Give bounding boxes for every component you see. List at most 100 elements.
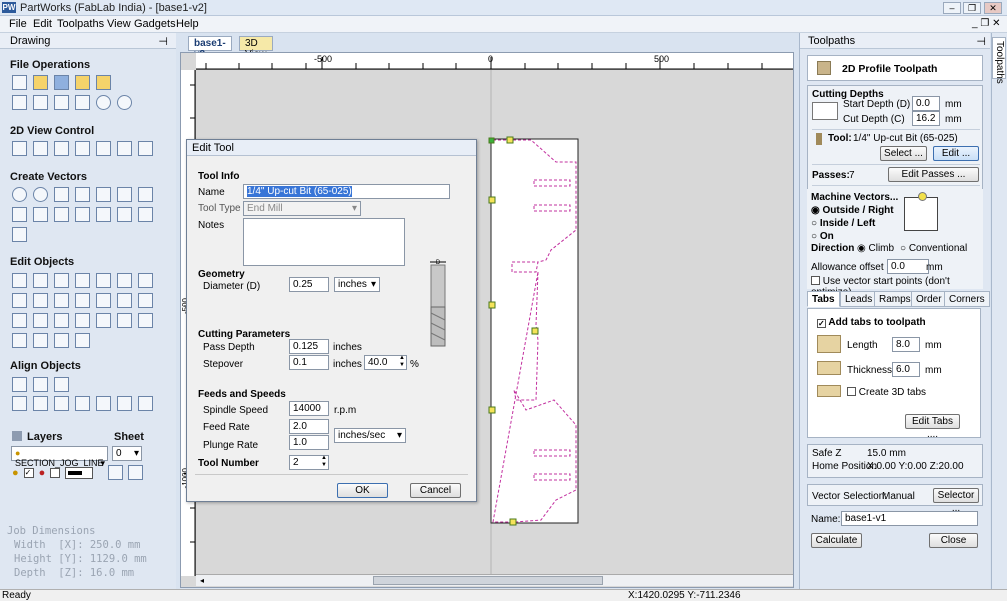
redo-icon[interactable] [117, 95, 132, 110]
import-icon[interactable] [96, 75, 111, 90]
weld-icon[interactable] [12, 313, 27, 328]
zoom-icon[interactable] [33, 141, 48, 156]
scroll-thumb[interactable] [373, 576, 603, 585]
tab-tabs[interactable]: Tabs [807, 291, 840, 307]
pin-icon[interactable]: ⊣ [158, 35, 168, 48]
lock-icon[interactable]: ● [39, 467, 46, 479]
rate-units-select[interactable]: inches/sec ▾ [334, 428, 406, 443]
menu-help[interactable]: Help [176, 18, 199, 30]
rotate-icon[interactable] [33, 293, 48, 308]
ellipse-icon[interactable] [33, 187, 48, 202]
cancel-button[interactable]: Cancel [410, 483, 461, 498]
pass-depth-input[interactable]: 0.125 [289, 339, 329, 354]
align-left-icon[interactable] [33, 396, 48, 411]
polyline-icon[interactable] [75, 187, 90, 202]
edit-tool-button[interactable]: Edit ... [933, 146, 979, 161]
draw-tool-icon[interactable] [12, 227, 27, 242]
tab-corners[interactable]: Corners [944, 291, 990, 307]
align-vertical-icon[interactable] [54, 377, 69, 392]
open-file-icon[interactable] [33, 75, 48, 90]
toolpath-name-input[interactable]: base1-v1 [841, 511, 978, 526]
tab-ramps[interactable]: Ramps [874, 291, 916, 307]
text-path-icon[interactable] [75, 207, 90, 222]
dimension-icon[interactable] [96, 207, 111, 222]
scroll-left-icon[interactable]: ◂ [200, 576, 204, 585]
text-box-icon[interactable] [54, 207, 69, 222]
text-arc-icon[interactable] [117, 207, 132, 222]
feed-rate-input[interactable]: 2.0 [289, 419, 329, 434]
stepover-input[interactable]: 0.1 [289, 355, 329, 370]
tab-base1-v2[interactable]: base1-v2 [188, 36, 232, 60]
zoom-box-icon[interactable] [54, 141, 69, 156]
space-h-icon[interactable] [117, 396, 132, 411]
tab-3d-view[interactable]: 3D View [239, 36, 273, 60]
circle-icon[interactable] [12, 187, 27, 202]
align-right-icon[interactable] [54, 396, 69, 411]
extend-icon[interactable] [33, 333, 48, 348]
check-icon[interactable] [117, 313, 132, 328]
pan-icon[interactable] [12, 141, 27, 156]
edit-passes-button[interactable]: Edit Passes ... [888, 167, 979, 182]
restore-icon[interactable]: ❐ [963, 2, 981, 14]
plunge-rate-input[interactable]: 1.0 [289, 435, 329, 450]
mirror-icon[interactable] [75, 293, 90, 308]
arc-fit-icon[interactable] [75, 333, 90, 348]
menu-toolpaths[interactable]: Toolpaths [57, 18, 104, 30]
stepover-percent-input[interactable]: 40.0 ▲ ▼ [364, 355, 407, 370]
toolpaths-side-tab[interactable]: Toolpaths [991, 33, 1007, 589]
select-all-icon[interactable] [12, 95, 27, 110]
start-depth-input[interactable]: 0.0 [912, 96, 940, 111]
node-edit-icon[interactable] [33, 273, 48, 288]
inside-left-radio[interactable]: ○ Inside / Left [811, 218, 875, 229]
star-icon[interactable] [12, 207, 27, 222]
paste-icon[interactable] [75, 95, 90, 110]
center-icon[interactable] [54, 293, 69, 308]
view-panel-icon[interactable] [138, 141, 153, 156]
subtract-icon[interactable] [33, 313, 48, 328]
scale-icon[interactable] [138, 273, 153, 288]
pin-icon[interactable]: ⊣ [976, 35, 986, 48]
scissors-node-icon[interactable] [117, 273, 132, 288]
zoom-fit-icon[interactable] [75, 141, 90, 156]
cut-icon[interactable] [33, 95, 48, 110]
align-bottom-icon[interactable] [96, 396, 111, 411]
spinner-icon[interactable]: ▲ ▼ [321, 455, 327, 469]
layer-select[interactable]: ● SECTION_JOG_LINE ▾ [11, 446, 108, 468]
move-icon[interactable] [12, 293, 27, 308]
space-v-icon[interactable] [138, 396, 153, 411]
new-file-icon[interactable] [12, 75, 27, 90]
view-grid-icon[interactable] [96, 141, 111, 156]
open-folder-icon[interactable] [75, 75, 90, 90]
mdi-controls[interactable]: _ ❐ ✕ [972, 18, 1000, 29]
horizontal-scrollbar[interactable]: ◂ [196, 574, 793, 586]
curve-icon[interactable] [96, 187, 111, 202]
menu-view[interactable]: View [107, 18, 131, 30]
align-horizontal-icon[interactable] [33, 377, 48, 392]
conventional-radio[interactable]: ○ Conventional [900, 243, 967, 254]
bracket-icon[interactable] [96, 313, 111, 328]
spindle-speed-input[interactable]: 14000 [289, 401, 329, 416]
lightbulb-icon[interactable]: ● [12, 467, 19, 479]
diameter-units-select[interactable]: inches ▾ [334, 277, 380, 292]
undo-icon[interactable] [96, 95, 111, 110]
layer-color-swatch[interactable] [50, 467, 61, 478]
array-icon[interactable] [138, 207, 153, 222]
intersect-icon[interactable] [54, 313, 69, 328]
layer-properties-icon[interactable] [108, 465, 124, 480]
transform-icon[interactable] [54, 273, 69, 288]
smooth-icon[interactable] [54, 333, 69, 348]
view-layout-icon[interactable] [117, 141, 132, 156]
cut-depth-input[interactable]: 16.2 [912, 111, 940, 126]
group-icon[interactable] [75, 273, 90, 288]
spline-icon[interactable] [117, 187, 132, 202]
tab-leads[interactable]: Leads [840, 291, 878, 307]
close-icon[interactable]: ✕ [984, 2, 1002, 14]
calculate-button[interactable]: Calculate [811, 533, 862, 548]
align-page-icon[interactable] [12, 396, 27, 411]
notes-textarea[interactable] [243, 218, 405, 266]
polygon-icon[interactable] [138, 187, 153, 202]
minimize-icon[interactable]: – [943, 2, 961, 14]
distort-icon[interactable] [96, 293, 111, 308]
save-file-icon[interactable] [54, 75, 69, 90]
tool-number-input[interactable]: 2 ▲ ▼ [289, 455, 329, 470]
